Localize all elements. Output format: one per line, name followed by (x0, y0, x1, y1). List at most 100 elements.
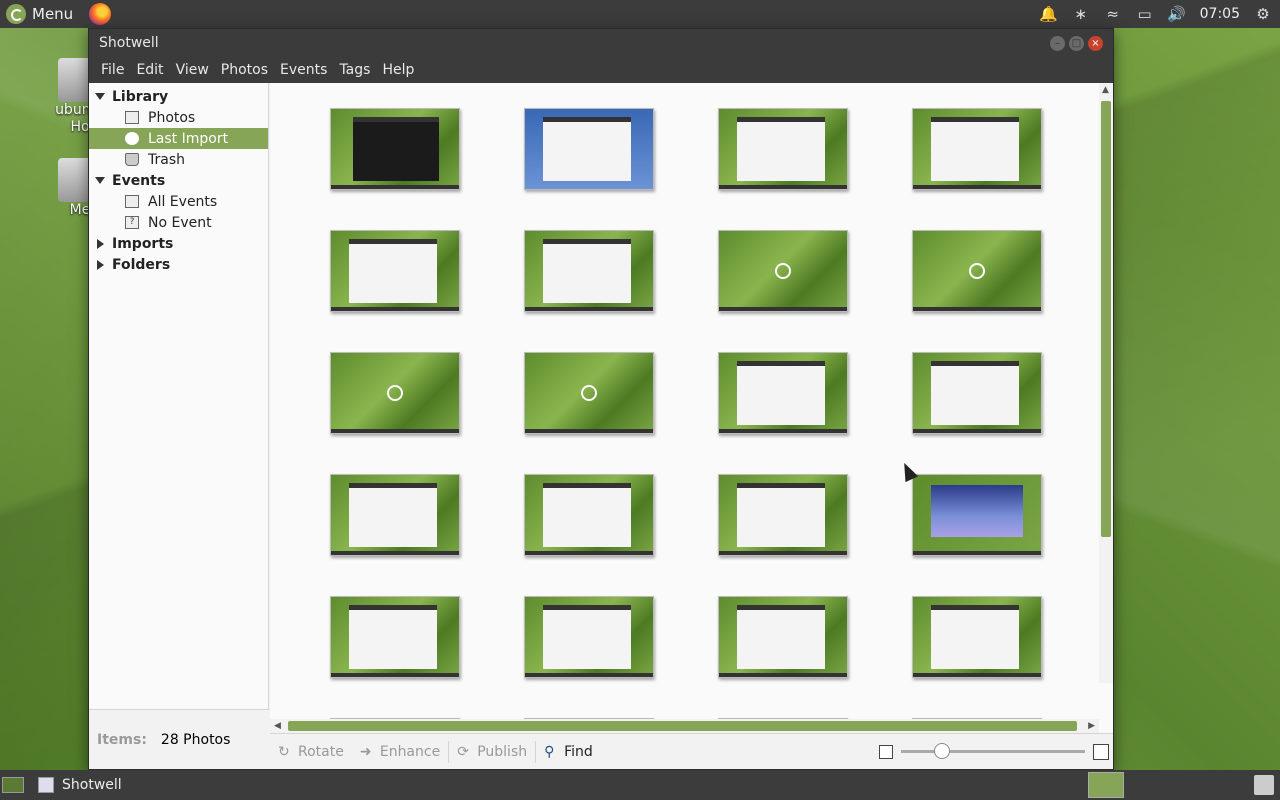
bottom-toolbar: ↻ Rotate ➜ Enhance ⟳ Publish ⚲ Find (270, 733, 1113, 769)
menu-events[interactable]: Events (274, 62, 333, 78)
menu-tags[interactable]: Tags (333, 62, 376, 78)
window-content: Library Photos Last Import Trash Events … (89, 83, 1113, 769)
shotwell-app-icon (38, 777, 54, 793)
trash-icon (125, 153, 139, 166)
photo-thumbnail[interactable] (524, 108, 654, 190)
vertical-scrollbar[interactable]: ▲ (1099, 83, 1113, 683)
sidebar-item-events[interactable]: Events (89, 170, 268, 191)
photo-thumbnail[interactable] (524, 230, 654, 312)
photo-thumbnail[interactable] (330, 108, 460, 190)
zoom-out-icon[interactable] (879, 744, 893, 759)
photo-thumbnail[interactable] (912, 596, 1042, 678)
taskbar-item-shotwell[interactable]: Shotwell (38, 777, 122, 793)
menu-edit[interactable]: Edit (130, 62, 169, 78)
sidebar-item-no-event[interactable]: ? No Event (89, 212, 268, 233)
photo-thumbnail[interactable] (330, 474, 460, 556)
rotate-label: Rotate (298, 743, 344, 760)
sidebar-item-library[interactable]: Library (89, 86, 268, 107)
search-icon: ⚲ (544, 743, 555, 760)
photo-thumbnail[interactable] (330, 230, 460, 312)
photo-thumbnail[interactable] (718, 474, 848, 556)
photo-thumbnail[interactable] (718, 352, 848, 434)
expanded-arrow-icon[interactable] (95, 177, 105, 184)
maximize-button[interactable]: □ (1069, 35, 1084, 51)
show-desktop-button[interactable] (2, 777, 24, 793)
horizontal-scroll-thumb[interactable] (288, 721, 1077, 731)
menu-photos[interactable]: Photos (215, 62, 274, 78)
sidebar-item-label: Trash (148, 151, 185, 168)
sidebar-item-photos[interactable]: Photos (89, 107, 268, 128)
trash-applet-icon[interactable] (1254, 775, 1274, 795)
photo-thumbnail[interactable] (330, 596, 460, 678)
sidebar-item-label: Events (112, 172, 166, 189)
vertical-scroll-thumb[interactable] (1101, 101, 1111, 537)
workspace-switcher[interactable] (1088, 772, 1124, 798)
photo-grid (330, 108, 1042, 733)
photo-thumbnail[interactable] (330, 352, 460, 434)
sidebar-item-label: All Events (148, 193, 218, 210)
zoom-slider[interactable] (901, 743, 1085, 759)
collapsed-arrow-icon[interactable] (97, 238, 104, 249)
menu-file[interactable]: File (95, 62, 130, 78)
scroll-right-icon[interactable]: ▶ (1088, 721, 1095, 731)
photo-thumbnail[interactable] (912, 474, 1042, 556)
enhance-button[interactable]: ➜ Enhance (352, 734, 448, 770)
photo-thumbnail[interactable] (912, 352, 1042, 434)
sidebar-item-label: No Event (148, 214, 212, 231)
horizontal-scrollbar[interactable]: ◀ ▶ (270, 719, 1099, 733)
photo-thumbnail[interactable] (524, 352, 654, 434)
expanded-arrow-icon[interactable] (95, 93, 105, 100)
menu-help[interactable]: Help (376, 62, 420, 78)
collapsed-arrow-icon[interactable] (97, 259, 104, 270)
photo-thumbnail[interactable] (718, 108, 848, 190)
photo-thumbnail[interactable] (912, 230, 1042, 312)
zoom-in-icon[interactable] (1093, 743, 1109, 760)
scroll-up-icon[interactable]: ▲ (1102, 85, 1109, 95)
power-icon[interactable]: ⚙ (1254, 5, 1272, 23)
publish-button[interactable]: ⟳ Publish (449, 734, 535, 770)
taskbar-item-label: Shotwell (62, 777, 122, 793)
rotate-button[interactable]: ↻ Rotate (270, 734, 352, 770)
sidebar-item-label: Imports (112, 235, 174, 252)
sidebar-item-last-import[interactable]: Last Import (89, 128, 268, 149)
top-panel: Menu 🔔 ∗ ≈ ▭ 🔊 07:05 ⚙ (0, 0, 1280, 28)
clock[interactable]: 07:05 (1200, 6, 1240, 22)
menu-view[interactable]: View (170, 62, 215, 78)
firefox-launcher-icon[interactable] (89, 3, 112, 25)
photos-icon (125, 111, 139, 124)
sidebar-item-label: Library (112, 88, 169, 105)
no-event-icon: ? (125, 216, 139, 229)
photo-thumbnail[interactable] (912, 108, 1042, 190)
wifi-icon[interactable]: ≈ (1104, 5, 1122, 23)
close-button[interactable]: × (1088, 35, 1103, 51)
bottom-panel: Shotwell (0, 770, 1280, 800)
photo-thumbnail[interactable] (524, 474, 654, 556)
minimize-button[interactable]: – (1050, 35, 1065, 51)
rotate-icon: ↻ (278, 743, 290, 760)
photo-thumbnail[interactable] (524, 596, 654, 678)
volume-icon[interactable]: 🔊 (1167, 5, 1186, 23)
sidebar-item-trash[interactable]: Trash (89, 149, 268, 170)
items-label: Items: (97, 731, 147, 748)
system-tray: 🔔 ∗ ≈ ▭ 🔊 07:05 ⚙ (1039, 5, 1280, 23)
sidebar-item-imports[interactable]: Imports (89, 233, 268, 254)
share-icon: ⟳ (457, 743, 469, 760)
enhance-label: Enhance (379, 743, 441, 760)
scroll-left-icon[interactable]: ◀ (274, 721, 281, 731)
battery-icon[interactable]: ▭ (1136, 5, 1154, 23)
window-controls: – □ × (1050, 35, 1113, 51)
main-menu-label: Menu (32, 5, 74, 23)
mate-logo-icon (6, 4, 26, 24)
sidebar-item-all-events[interactable]: All Events (89, 191, 268, 212)
photo-thumbnail[interactable] (718, 230, 848, 312)
find-button[interactable]: ⚲ Find (536, 734, 601, 770)
items-count: 28 Photos (160, 731, 231, 748)
bell-icon[interactable]: 🔔 (1039, 5, 1058, 23)
sidebar-item-folders[interactable]: Folders (89, 254, 268, 275)
bluetooth-icon[interactable]: ∗ (1072, 5, 1090, 23)
photo-thumbnail[interactable] (718, 596, 848, 678)
window-titlebar[interactable]: Shotwell – □ × (89, 29, 1113, 57)
zoom-slider-knob[interactable] (934, 743, 950, 759)
all-events-icon (125, 195, 139, 208)
main-menu-button[interactable]: Menu (0, 0, 79, 28)
